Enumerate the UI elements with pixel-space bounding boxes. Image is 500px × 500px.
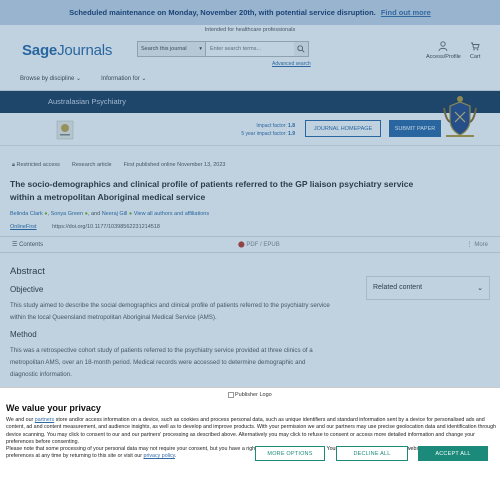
accept-all-button[interactable]: ACCEPT ALL [418, 446, 488, 461]
partners-link[interactable]: partners [35, 417, 54, 423]
more-options-button[interactable]: MORE OPTIONS [255, 446, 325, 461]
privacy-policy-link[interactable]: privacy policy [144, 453, 175, 459]
publisher-logo: Publisher Logo [228, 392, 272, 398]
consent-paragraph-1: We and our partners store and/or access … [6, 417, 496, 445]
decline-all-button[interactable]: DECLINE ALL [336, 446, 408, 461]
consent-title: We value your privacy [6, 403, 101, 413]
consent-dialog: Publisher Logo We value your privacy We … [0, 387, 500, 500]
broken-image-icon [228, 392, 234, 398]
